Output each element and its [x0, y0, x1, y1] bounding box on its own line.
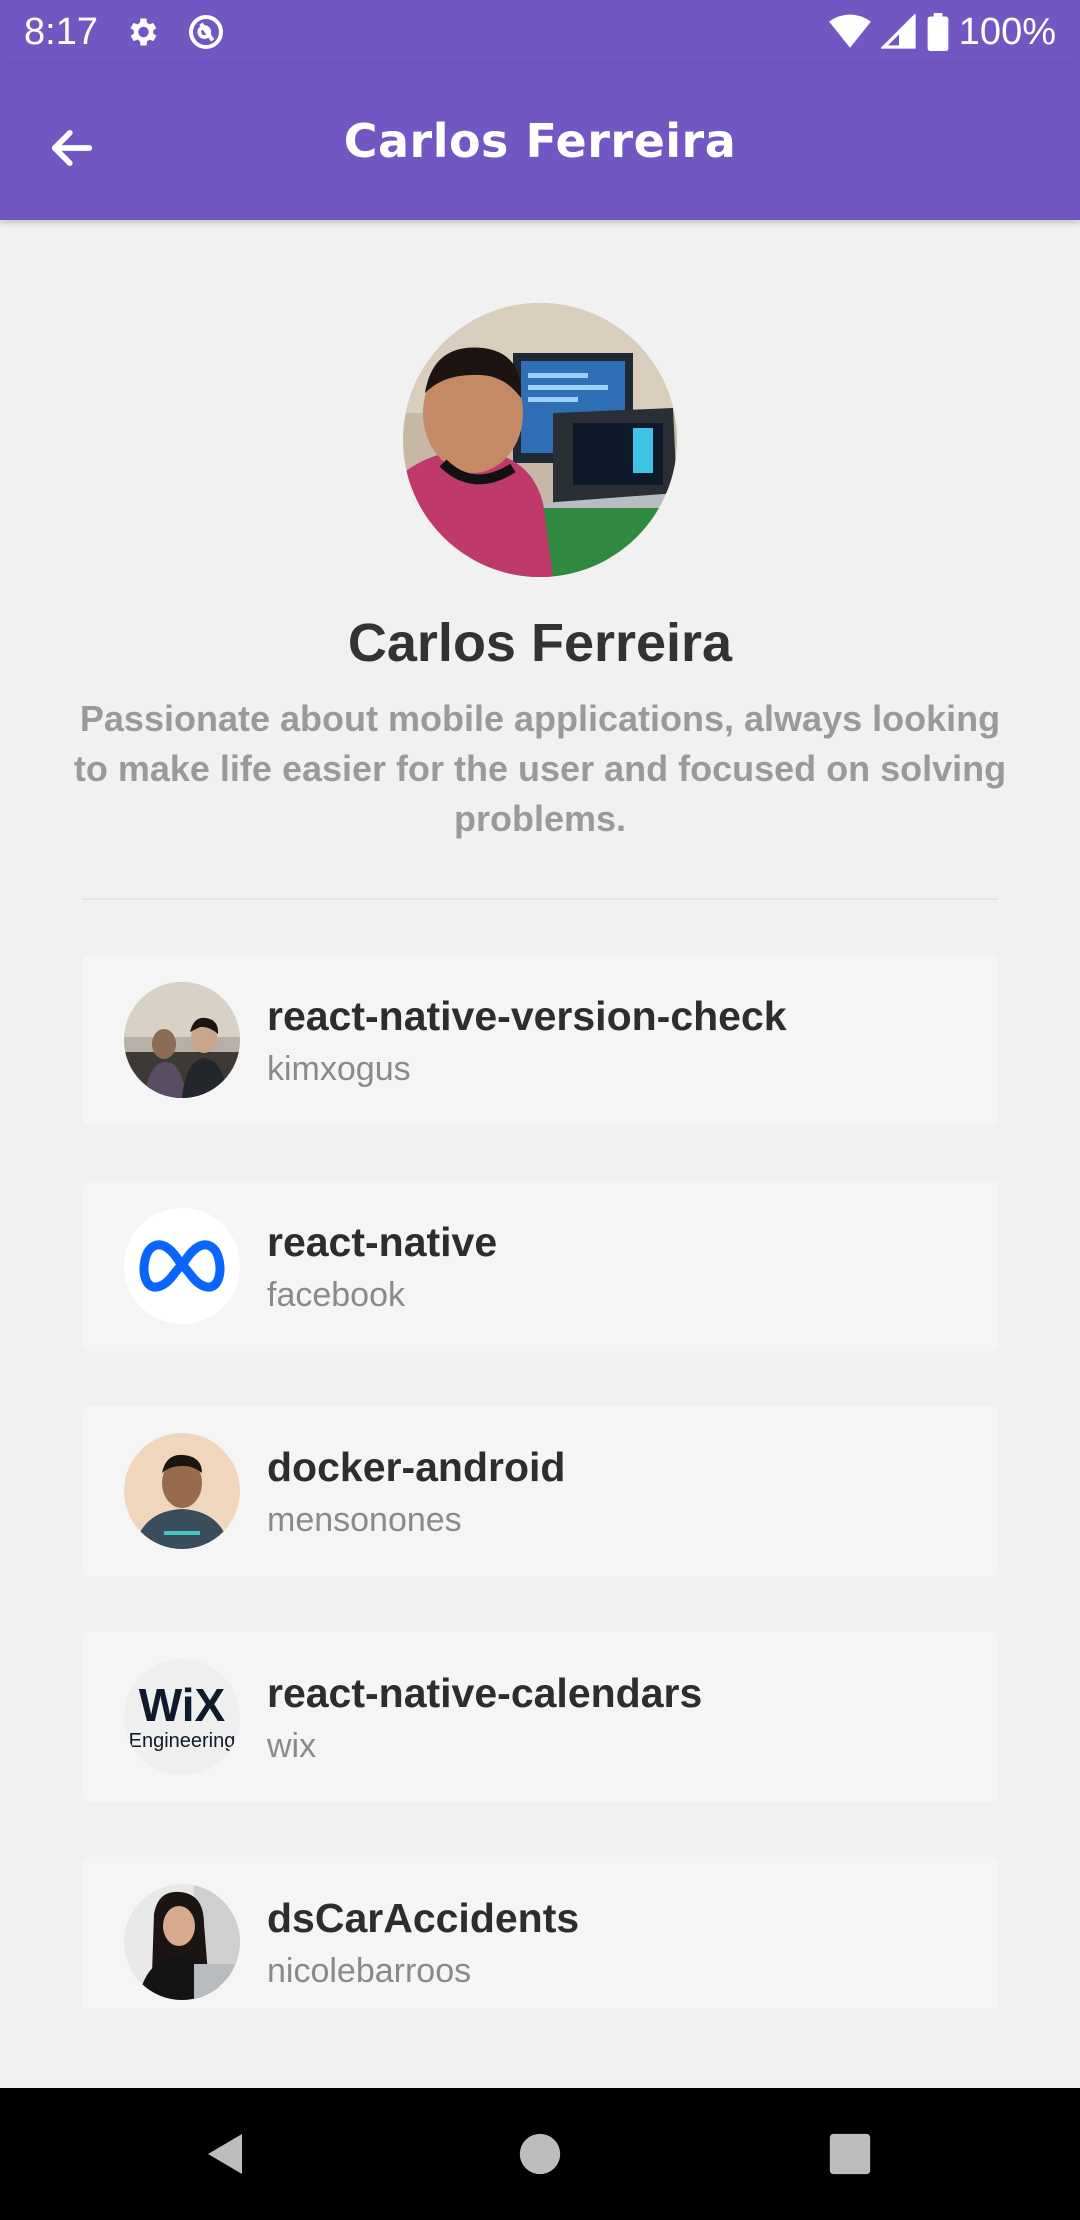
status-bar: 8:17 100%: [0, 0, 1080, 64]
status-left: 8:17: [24, 11, 226, 54]
wix-logo-icon: WiX Engineering: [124, 1659, 240, 1775]
svg-text:Engineering: Engineering: [129, 1730, 236, 1752]
repo-owner: mensonones: [267, 1501, 462, 1539]
recents-nav-icon[interactable]: [820, 2124, 880, 2184]
repo-owner: facebook: [267, 1276, 405, 1314]
status-time: 8:17: [24, 10, 98, 53]
settings-icon: [124, 14, 160, 50]
status-right: 100%: [828, 10, 1056, 54]
repo-card[interactable]: docker-android mensonones: [83, 1406, 999, 1576]
repo-name: react-native: [267, 1219, 498, 1265]
repo-card[interactable]: react-native-version-check kimxogus: [83, 955, 999, 1125]
repo-owner-avatar: [124, 1884, 240, 2000]
home-nav-icon[interactable]: [510, 2124, 570, 2184]
repo-name: react-native-calendars: [267, 1670, 703, 1716]
repo-card[interactable]: react-native facebook: [83, 1181, 999, 1351]
page-title: Carlos Ferreira: [343, 114, 737, 168]
repo-owner-avatar: [124, 982, 240, 1098]
repo-owner: kimxogus: [267, 1050, 411, 1088]
repo-owner-avatar: [124, 1433, 240, 1549]
meta-logo-icon: [124, 1208, 240, 1324]
profile-name: Carlos Ferreira: [347, 613, 733, 673]
battery-percent: 100%: [958, 10, 1056, 53]
navigation-bar: [0, 2088, 1080, 2220]
wifi-icon: [828, 14, 871, 50]
repo-name: react-native-version-check: [267, 993, 787, 1039]
repo-name: dsCarAccidents: [267, 1895, 580, 1941]
repo-card[interactable]: dsCarAccidents nicolebarroos: [83, 1857, 999, 2027]
divider: [82, 898, 998, 900]
vpn-icon: [186, 12, 226, 52]
repo-owner: nicolebarroos: [267, 1952, 472, 1990]
repo-owner: wix: [267, 1727, 317, 1765]
profile-avatar: [403, 303, 677, 577]
repo-name: docker-android: [267, 1444, 566, 1490]
signal-icon: [880, 14, 917, 50]
profile-bio: Passionate about mobile applications, al…: [73, 698, 1007, 839]
app-bar: Carlos Ferreira: [0, 64, 1080, 220]
battery-icon: [927, 13, 949, 51]
list-bottom-area: [0, 2008, 1080, 2088]
svg-text:WiX: WiX: [139, 1679, 226, 1731]
repo-card[interactable]: WiX Engineering react-native-calendars w…: [83, 1632, 999, 1802]
back-nav-icon[interactable]: [196, 2124, 256, 2184]
